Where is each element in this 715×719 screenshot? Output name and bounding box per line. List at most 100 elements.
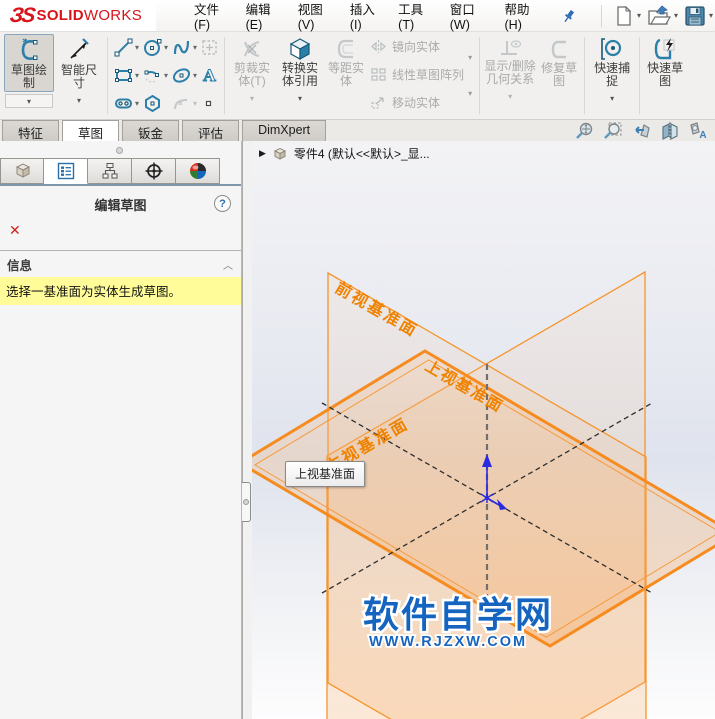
trim-entities-button[interactable]: 剪裁实体(T) [230, 34, 274, 90]
menu-pin-button[interactable] [561, 8, 577, 24]
trim-entities-label: 剪裁实体(T) [234, 61, 271, 89]
circle-dropdown[interactable]: ▾ [164, 43, 168, 52]
line-tool[interactable]: ▾ [113, 37, 139, 58]
ellipse-dropdown[interactable]: ▾ [193, 71, 197, 80]
panel-splitter[interactable] [242, 141, 252, 719]
linear-pattern-dropdown[interactable]: ▾ [468, 53, 472, 62]
collapse-section-icon[interactable]: ︿ [223, 257, 233, 272]
open-document-dropdown[interactable]: ▾ [674, 11, 678, 20]
rectangle-tool[interactable]: ▾ [113, 65, 139, 86]
open-document-button[interactable]: ▾ [645, 3, 680, 29]
line-dropdown[interactable]: ▾ [135, 43, 139, 52]
sketch-draw-button[interactable]: 草图绘制 [4, 34, 54, 92]
pin-icon [564, 9, 575, 22]
slot-tool[interactable]: ▾ [113, 93, 139, 114]
info-section-header[interactable]: 信息 ︿ [0, 251, 241, 277]
smart-dimension-dropdown[interactable]: ▾ [55, 94, 103, 108]
help-button[interactable]: ? [214, 195, 231, 212]
menu-item-insert[interactable]: 插入(I) [340, 0, 388, 38]
point-tool[interactable] [200, 93, 219, 114]
tab-features[interactable]: 特征 [2, 120, 60, 141]
convert-entities-button[interactable]: 转换实体引用 [278, 34, 322, 90]
view-orientation-icon: A [690, 122, 707, 141]
new-document-button[interactable]: ▾ [612, 3, 643, 29]
info-section-label: 信息 [7, 259, 33, 273]
convert-entities-dropdown[interactable]: ▾ [276, 92, 324, 106]
selection-box-tool[interactable] [200, 37, 219, 58]
tab-sheet-metal[interactable]: 钣金 [122, 120, 180, 141]
watermark-title: 软件自学网 [363, 594, 553, 635]
linear-pattern-button[interactable]: 线性草图阵列 [370, 66, 464, 83]
tab-sketch[interactable]: 草图 [62, 120, 120, 141]
tab-feature-manager[interactable] [0, 158, 44, 184]
panel-empty-area [0, 305, 241, 719]
repair-sketch-button[interactable]: 修复草图 [537, 34, 581, 90]
previous-view-button[interactable] [630, 121, 652, 141]
arc-dropdown[interactable]: ▾ [164, 71, 168, 80]
move-entities-button[interactable]: 移动实体 [370, 94, 464, 111]
collapse-tab-dot [243, 499, 249, 505]
quick-snaps-label: 快速捕捉 [594, 61, 631, 89]
view-orientation-button[interactable]: A [687, 121, 709, 141]
quick-snaps-dropdown[interactable]: ▾ [588, 92, 636, 106]
fillet-tool[interactable]: ▾ [171, 93, 197, 114]
tree-expand-icon[interactable]: ▶ [259, 148, 266, 159]
mirror-entities-label: 镜向实体 [392, 40, 441, 54]
menu-item-view[interactable]: 视图(V) [288, 0, 340, 38]
new-document-icon [617, 5, 632, 26]
quick-sketch-button[interactable]: 快速草图 [643, 34, 687, 90]
sketch-draw-group: 草图绘制 ▾ [4, 34, 54, 117]
fillet-dropdown[interactable]: ▾ [193, 99, 197, 108]
panel-splitter-handle[interactable] [116, 147, 123, 154]
close-sketch-button[interactable]: ✕ [0, 222, 241, 244]
panel-title: 编辑草图 [94, 197, 147, 213]
tab-evaluate[interactable]: 评估 [182, 120, 240, 141]
tab-property-manager[interactable] [44, 158, 88, 184]
tab-dimxpert-manager[interactable] [132, 158, 176, 184]
save-document-button[interactable]: ▾ [682, 3, 715, 29]
tab-dimxpert[interactable]: DimXpert [242, 120, 327, 141]
mirror-entities-button[interactable]: 镜向实体 [370, 38, 464, 55]
spline-dropdown[interactable]: ▾ [193, 43, 197, 52]
text-tool[interactable]: A [200, 65, 219, 86]
menu-item-window[interactable]: 窗口(W) [440, 0, 495, 38]
menu-item-help[interactable]: 帮助(H) [495, 0, 548, 38]
panel-collapse-tab[interactable] [242, 482, 251, 522]
move-entities-dropdown[interactable]: ▾ [468, 89, 472, 98]
zoom-fit-button[interactable] [574, 121, 595, 141]
ellipse-tool[interactable]: ▾ [171, 65, 197, 86]
display-delete-relations-dropdown[interactable]: ▾ [486, 90, 534, 104]
trim-entities-dropdown[interactable]: ▾ [228, 92, 276, 106]
sketch-draw-label: 草图绘制 [10, 63, 47, 91]
arc-tool[interactable]: ▾ [142, 65, 168, 86]
smart-dimension-button[interactable]: 智能尺寸 [54, 34, 104, 92]
save-document-dropdown[interactable]: ▾ [709, 11, 713, 20]
quick-snaps-button[interactable]: 快速捕捉 [590, 34, 634, 90]
menu-item-edit[interactable]: 编辑(E) [236, 0, 288, 38]
circle-tool[interactable]: ▾ [142, 37, 168, 58]
slot-dropdown[interactable]: ▾ [135, 99, 139, 108]
point-icon [205, 100, 212, 107]
display-delete-relations-button[interactable]: 显示/删除几何关系 [483, 34, 537, 88]
menu-item-file[interactable]: 文件(F) [184, 0, 236, 38]
convert-entities-icon [289, 38, 311, 61]
new-document-dropdown[interactable]: ▾ [637, 11, 641, 20]
move-entities-label: 移动实体 [392, 96, 441, 110]
menu-item-tools[interactable]: 工具(T) [388, 0, 440, 38]
pattern-group: 镜向实体 线性草图阵列 移动实体 [368, 34, 464, 117]
command-tabs: 特征 草图 钣金 评估 DimXpert [2, 120, 327, 141]
sketch-draw-dropdown[interactable]: ▾ [5, 93, 53, 108]
feature-tree-flyout[interactable]: ▶ 零件4 (默认<<默认>_显... [259, 145, 430, 162]
section-view-button[interactable] [659, 121, 680, 141]
zoom-area-button[interactable] [602, 121, 623, 141]
rectangle-dropdown[interactable]: ▾ [135, 71, 139, 80]
offset-entities-button[interactable]: 等距实体 [324, 34, 368, 90]
polygon-tool[interactable] [142, 93, 168, 114]
tab-display-manager[interactable] [176, 158, 220, 184]
spline-tool[interactable]: ▾ [171, 37, 197, 58]
graphics-viewport[interactable]: 前视基准面 上视基准面 右视基准面 软件自学网 WWW.RJZXW.COM ▶ … [252, 141, 715, 719]
tab-configuration-manager[interactable] [88, 158, 132, 184]
heads-up-view-toolbar: A [574, 120, 709, 142]
ellipse-icon [173, 68, 191, 83]
convert-group: 转换实体引用 ▾ [276, 34, 324, 117]
